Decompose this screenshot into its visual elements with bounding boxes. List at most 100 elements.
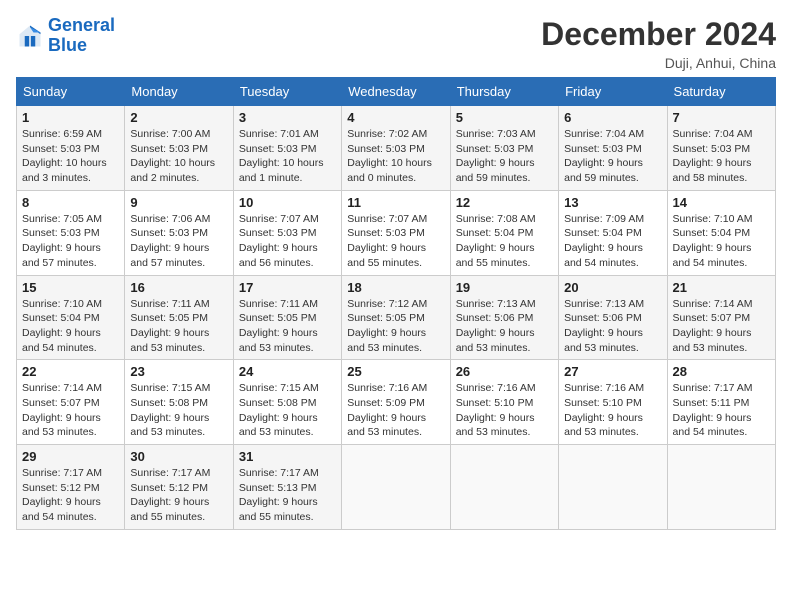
day-number: 21 xyxy=(673,280,770,295)
table-row: 11 Sunrise: 7:07 AM Sunset: 5:03 PM Dayl… xyxy=(342,190,450,275)
calendar-week-row: 1 Sunrise: 6:59 AM Sunset: 5:03 PM Dayli… xyxy=(17,106,776,191)
table-row: 24 Sunrise: 7:15 AM Sunset: 5:08 PM Dayl… xyxy=(233,360,341,445)
table-row: 17 Sunrise: 7:11 AM Sunset: 5:05 PM Dayl… xyxy=(233,275,341,360)
day-info: Sunrise: 7:07 AM Sunset: 5:03 PM Dayligh… xyxy=(239,212,336,271)
table-row: 16 Sunrise: 7:11 AM Sunset: 5:05 PM Dayl… xyxy=(125,275,233,360)
day-number: 1 xyxy=(22,110,119,125)
table-row: 20 Sunrise: 7:13 AM Sunset: 5:06 PM Dayl… xyxy=(559,275,667,360)
day-number: 19 xyxy=(456,280,553,295)
day-info: Sunrise: 7:08 AM Sunset: 5:04 PM Dayligh… xyxy=(456,212,553,271)
table-row: 29 Sunrise: 7:17 AM Sunset: 5:12 PM Dayl… xyxy=(17,445,125,530)
day-number: 4 xyxy=(347,110,444,125)
table-row: 18 Sunrise: 7:12 AM Sunset: 5:05 PM Dayl… xyxy=(342,275,450,360)
day-info: Sunrise: 7:06 AM Sunset: 5:03 PM Dayligh… xyxy=(130,212,227,271)
day-number: 28 xyxy=(673,364,770,379)
day-number: 13 xyxy=(564,195,661,210)
day-number: 23 xyxy=(130,364,227,379)
day-number: 7 xyxy=(673,110,770,125)
table-row: 3 Sunrise: 7:01 AM Sunset: 5:03 PM Dayli… xyxy=(233,106,341,191)
col-monday: Monday xyxy=(125,78,233,106)
day-number: 25 xyxy=(347,364,444,379)
day-number: 9 xyxy=(130,195,227,210)
day-info: Sunrise: 7:09 AM Sunset: 5:04 PM Dayligh… xyxy=(564,212,661,271)
day-number: 30 xyxy=(130,449,227,464)
day-info: Sunrise: 7:11 AM Sunset: 5:05 PM Dayligh… xyxy=(239,297,336,356)
title-block: December 2024 Duji, Anhui, China xyxy=(541,16,776,71)
day-info: Sunrise: 7:14 AM Sunset: 5:07 PM Dayligh… xyxy=(673,297,770,356)
table-row: 30 Sunrise: 7:17 AM Sunset: 5:12 PM Dayl… xyxy=(125,445,233,530)
day-info: Sunrise: 7:17 AM Sunset: 5:12 PM Dayligh… xyxy=(22,466,119,525)
day-info: Sunrise: 7:05 AM Sunset: 5:03 PM Dayligh… xyxy=(22,212,119,271)
day-info: Sunrise: 7:03 AM Sunset: 5:03 PM Dayligh… xyxy=(456,127,553,186)
day-number: 18 xyxy=(347,280,444,295)
day-info: Sunrise: 7:10 AM Sunset: 5:04 PM Dayligh… xyxy=(673,212,770,271)
day-number: 26 xyxy=(456,364,553,379)
table-row: 25 Sunrise: 7:16 AM Sunset: 5:09 PM Dayl… xyxy=(342,360,450,445)
calendar-table: Sunday Monday Tuesday Wednesday Thursday… xyxy=(16,77,776,530)
day-info: Sunrise: 7:11 AM Sunset: 5:05 PM Dayligh… xyxy=(130,297,227,356)
table-row: 9 Sunrise: 7:06 AM Sunset: 5:03 PM Dayli… xyxy=(125,190,233,275)
day-info: Sunrise: 7:17 AM Sunset: 5:12 PM Dayligh… xyxy=(130,466,227,525)
table-row: 23 Sunrise: 7:15 AM Sunset: 5:08 PM Dayl… xyxy=(125,360,233,445)
day-info: Sunrise: 7:12 AM Sunset: 5:05 PM Dayligh… xyxy=(347,297,444,356)
day-info: Sunrise: 7:04 AM Sunset: 5:03 PM Dayligh… xyxy=(673,127,770,186)
day-info: Sunrise: 7:07 AM Sunset: 5:03 PM Dayligh… xyxy=(347,212,444,271)
day-number: 11 xyxy=(347,195,444,210)
day-number: 29 xyxy=(22,449,119,464)
day-number: 17 xyxy=(239,280,336,295)
day-info: Sunrise: 7:15 AM Sunset: 5:08 PM Dayligh… xyxy=(130,381,227,440)
calendar-week-row: 15 Sunrise: 7:10 AM Sunset: 5:04 PM Dayl… xyxy=(17,275,776,360)
calendar-week-row: 29 Sunrise: 7:17 AM Sunset: 5:12 PM Dayl… xyxy=(17,445,776,530)
day-number: 5 xyxy=(456,110,553,125)
day-info: Sunrise: 7:17 AM Sunset: 5:13 PM Dayligh… xyxy=(239,466,336,525)
day-info: Sunrise: 7:13 AM Sunset: 5:06 PM Dayligh… xyxy=(564,297,661,356)
day-number: 12 xyxy=(456,195,553,210)
table-row xyxy=(667,445,775,530)
table-row xyxy=(342,445,450,530)
table-row: 15 Sunrise: 7:10 AM Sunset: 5:04 PM Dayl… xyxy=(17,275,125,360)
col-tuesday: Tuesday xyxy=(233,78,341,106)
table-row xyxy=(450,445,558,530)
day-info: Sunrise: 7:16 AM Sunset: 5:09 PM Dayligh… xyxy=(347,381,444,440)
day-info: Sunrise: 7:16 AM Sunset: 5:10 PM Dayligh… xyxy=(456,381,553,440)
day-number: 6 xyxy=(564,110,661,125)
table-row: 2 Sunrise: 7:00 AM Sunset: 5:03 PM Dayli… xyxy=(125,106,233,191)
table-row: 7 Sunrise: 7:04 AM Sunset: 5:03 PM Dayli… xyxy=(667,106,775,191)
day-number: 31 xyxy=(239,449,336,464)
logo: General Blue xyxy=(16,16,115,56)
table-row: 31 Sunrise: 7:17 AM Sunset: 5:13 PM Dayl… xyxy=(233,445,341,530)
table-row: 1 Sunrise: 6:59 AM Sunset: 5:03 PM Dayli… xyxy=(17,106,125,191)
logo-icon xyxy=(16,22,44,50)
day-number: 22 xyxy=(22,364,119,379)
calendar-week-row: 8 Sunrise: 7:05 AM Sunset: 5:03 PM Dayli… xyxy=(17,190,776,275)
day-number: 20 xyxy=(564,280,661,295)
table-row: 21 Sunrise: 7:14 AM Sunset: 5:07 PM Dayl… xyxy=(667,275,775,360)
day-info: Sunrise: 7:10 AM Sunset: 5:04 PM Dayligh… xyxy=(22,297,119,356)
location: Duji, Anhui, China xyxy=(541,55,776,71)
calendar-week-row: 22 Sunrise: 7:14 AM Sunset: 5:07 PM Dayl… xyxy=(17,360,776,445)
day-info: Sunrise: 7:04 AM Sunset: 5:03 PM Dayligh… xyxy=(564,127,661,186)
day-info: Sunrise: 7:02 AM Sunset: 5:03 PM Dayligh… xyxy=(347,127,444,186)
day-number: 8 xyxy=(22,195,119,210)
month-title: December 2024 xyxy=(541,16,776,53)
table-row: 26 Sunrise: 7:16 AM Sunset: 5:10 PM Dayl… xyxy=(450,360,558,445)
table-row: 6 Sunrise: 7:04 AM Sunset: 5:03 PM Dayli… xyxy=(559,106,667,191)
day-info: Sunrise: 7:17 AM Sunset: 5:11 PM Dayligh… xyxy=(673,381,770,440)
table-row xyxy=(559,445,667,530)
table-row: 28 Sunrise: 7:17 AM Sunset: 5:11 PM Dayl… xyxy=(667,360,775,445)
day-number: 2 xyxy=(130,110,227,125)
day-info: Sunrise: 7:13 AM Sunset: 5:06 PM Dayligh… xyxy=(456,297,553,356)
page-header: General Blue December 2024 Duji, Anhui, … xyxy=(16,16,776,71)
day-number: 14 xyxy=(673,195,770,210)
col-saturday: Saturday xyxy=(667,78,775,106)
table-row: 27 Sunrise: 7:16 AM Sunset: 5:10 PM Dayl… xyxy=(559,360,667,445)
day-info: Sunrise: 7:14 AM Sunset: 5:07 PM Dayligh… xyxy=(22,381,119,440)
table-row: 13 Sunrise: 7:09 AM Sunset: 5:04 PM Dayl… xyxy=(559,190,667,275)
day-number: 24 xyxy=(239,364,336,379)
day-number: 16 xyxy=(130,280,227,295)
day-number: 3 xyxy=(239,110,336,125)
col-thursday: Thursday xyxy=(450,78,558,106)
day-info: Sunrise: 7:01 AM Sunset: 5:03 PM Dayligh… xyxy=(239,127,336,186)
day-info: Sunrise: 7:00 AM Sunset: 5:03 PM Dayligh… xyxy=(130,127,227,186)
day-number: 27 xyxy=(564,364,661,379)
